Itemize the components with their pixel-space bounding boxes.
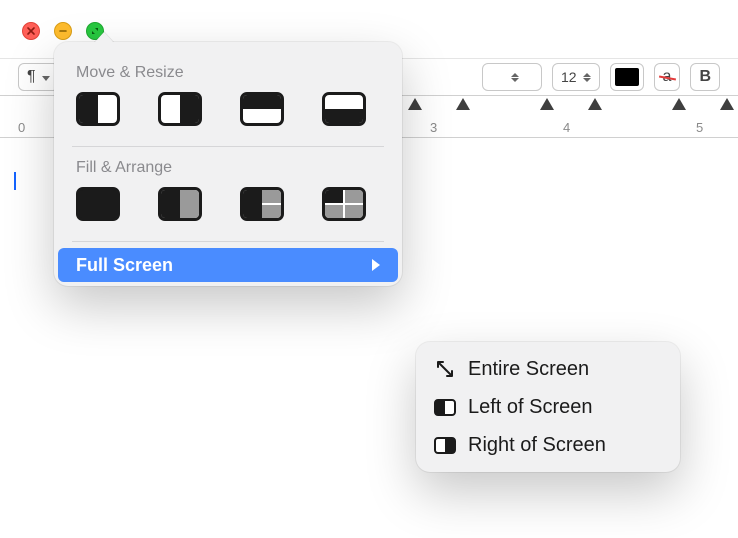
tile-top-half-icon[interactable]: [240, 92, 284, 126]
window-minimize-button[interactable]: [54, 22, 72, 40]
right-half-icon: [434, 437, 456, 454]
left-half-icon: [434, 399, 456, 416]
tile-left-half-icon[interactable]: [76, 92, 120, 126]
ruler-tick-3: 3: [430, 120, 437, 135]
text-color-button[interactable]: [610, 63, 644, 91]
arrange-quarters-icon[interactable]: [322, 187, 366, 221]
submenu-right-of-screen[interactable]: Right of Screen: [424, 426, 672, 464]
submenu-left-label: Left of Screen: [468, 396, 593, 419]
full-screen-submenu: Entire Screen Left of Screen Right of Sc…: [416, 342, 680, 472]
submenu-entire-label: Entire Screen: [468, 358, 589, 381]
ruler-tick-4: 4: [563, 120, 570, 135]
arrange-left-priority-icon[interactable]: [158, 187, 202, 221]
tab-stop-icon[interactable]: [540, 98, 554, 110]
color-swatch-icon: [615, 68, 639, 86]
ruler-tick-0: 0: [18, 120, 25, 135]
fill-screen-icon[interactable]: [76, 187, 120, 221]
text-cursor: [14, 172, 16, 190]
font-size-value: 12: [561, 69, 577, 85]
move-resize-row: [54, 90, 402, 140]
strike-icon: a: [663, 68, 672, 86]
ruler-tick-5: 5: [696, 120, 703, 135]
submenu-right-label: Right of Screen: [468, 434, 606, 457]
fill-arrange-row: [54, 185, 402, 235]
paragraph-style-button[interactable]: ¶: [18, 63, 59, 91]
chevron-right-icon: [372, 259, 380, 271]
expand-arrows-icon: [434, 359, 456, 379]
font-family-dropdown[interactable]: [482, 63, 542, 91]
section-title-move-resize: Move & Resize: [54, 58, 402, 90]
section-title-fill-arrange: Fill & Arrange: [54, 153, 402, 185]
window-tiling-popover: Move & Resize Fill & Arrange: [54, 42, 402, 286]
tile-bottom-half-icon[interactable]: [322, 92, 366, 126]
tab-stop-icon[interactable]: [588, 98, 602, 110]
tab-stop-icon[interactable]: [456, 98, 470, 110]
bold-button[interactable]: B: [690, 63, 720, 91]
font-size-stepper[interactable]: 12: [552, 63, 600, 91]
window-close-button[interactable]: [22, 22, 40, 40]
tab-stop-icon[interactable]: [720, 98, 734, 110]
full-screen-menu-item[interactable]: Full Screen: [58, 248, 398, 282]
strikethrough-color-button[interactable]: a: [654, 63, 681, 91]
tab-stop-icon[interactable]: [408, 98, 422, 110]
tile-right-half-icon[interactable]: [158, 92, 202, 126]
divider: [72, 146, 384, 147]
submenu-entire-screen[interactable]: Entire Screen: [424, 350, 672, 388]
window-traffic-lights: [22, 22, 104, 40]
tab-stop-icon[interactable]: [672, 98, 686, 110]
arrange-left-column-icon[interactable]: [240, 187, 284, 221]
submenu-left-of-screen[interactable]: Left of Screen: [424, 388, 672, 426]
full-screen-label: Full Screen: [76, 255, 173, 276]
divider: [72, 241, 384, 242]
